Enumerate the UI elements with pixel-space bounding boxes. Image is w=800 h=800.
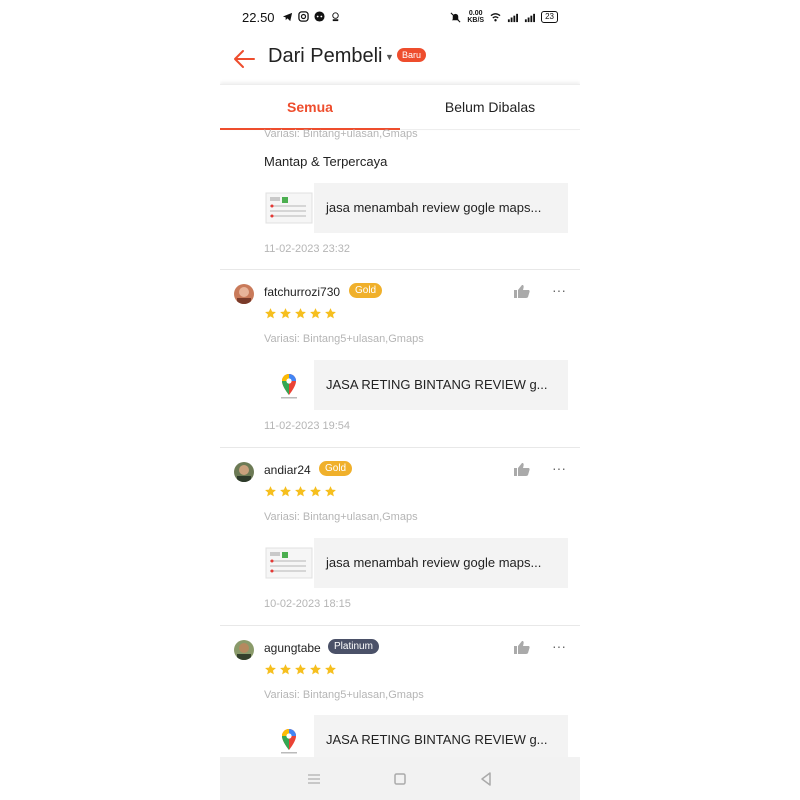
screenshot-thumbnail-icon bbox=[264, 183, 314, 233]
star-icon bbox=[325, 308, 336, 319]
screenshot-thumbnail-icon bbox=[264, 538, 314, 588]
star-icon bbox=[325, 486, 336, 497]
thumbs-up-icon[interactable] bbox=[514, 640, 530, 654]
telegram-icon bbox=[282, 12, 293, 22]
review-comment: Mantap & Terpercaya bbox=[264, 154, 388, 169]
star-icon bbox=[310, 664, 321, 675]
review-card: andiar24 Gold ··· Variasi: Bintang+ulasa… bbox=[220, 447, 580, 626]
notification-icons bbox=[282, 11, 341, 22]
review-date: 11-02-2023 19:54 bbox=[264, 420, 351, 432]
google-maps-icon bbox=[264, 360, 314, 410]
star-icon bbox=[280, 308, 291, 319]
username[interactable]: agungtabe bbox=[264, 641, 321, 655]
review-card: agungtabe Platinum ··· Variasi: Bintang5… bbox=[220, 625, 580, 757]
back-arrow-icon[interactable] bbox=[230, 44, 260, 74]
more-options-icon[interactable]: ··· bbox=[552, 283, 566, 297]
review-card: Variasi: Bintang+ulasan,Gmaps Mantap & T… bbox=[220, 129, 580, 270]
review-variation: Variasi: Bintang5+ulasan,Gmaps bbox=[264, 689, 424, 701]
system-icons: 0.00 KB/S 23 bbox=[450, 10, 558, 24]
review-variation: Variasi: Bintang+ulasan,Gmaps bbox=[264, 129, 418, 140]
phone-screen: 22.50 0.00 KB/S 23 Dari Pembeli ▼ Baru S… bbox=[220, 0, 580, 800]
star-rating bbox=[264, 307, 337, 320]
star-icon bbox=[280, 664, 291, 675]
review-variation: Variasi: Bintang+ulasan,Gmaps bbox=[264, 511, 418, 523]
status-time: 22.50 bbox=[242, 10, 275, 25]
tab-bar: Semua Belum Dibalas bbox=[220, 84, 580, 130]
mute-bell-icon bbox=[450, 12, 461, 22]
star-icon bbox=[280, 486, 291, 497]
tier-badge: Gold bbox=[319, 461, 353, 476]
star-icon bbox=[325, 664, 336, 675]
more-options-icon[interactable]: ··· bbox=[552, 639, 566, 653]
star-icon bbox=[295, 664, 306, 675]
star-icon bbox=[310, 486, 321, 497]
avatar[interactable] bbox=[234, 640, 254, 660]
product-card[interactable]: JASA RETING BINTANG REVIEW g... bbox=[264, 715, 568, 757]
chat-app-icon bbox=[314, 11, 325, 22]
signal-icon-2 bbox=[525, 13, 536, 22]
review-list: Variasi: Bintang+ulasan,Gmaps Mantap & T… bbox=[220, 129, 580, 757]
network-speed-value: 0.00 bbox=[468, 10, 483, 17]
status-bar: 22.50 0.00 KB/S 23 bbox=[220, 0, 580, 36]
network-speed: 0.00 KB/S bbox=[467, 10, 484, 24]
wifi-icon bbox=[490, 12, 501, 21]
instagram-icon bbox=[298, 11, 309, 22]
review-variation: Variasi: Bintang5+ulasan,Gmaps bbox=[264, 333, 424, 345]
back-triangle-icon[interactable] bbox=[476, 769, 496, 789]
review-date: 10-02-2023 18:15 bbox=[264, 598, 351, 610]
product-card[interactable]: JASA RETING BINTANG REVIEW g... bbox=[264, 360, 568, 410]
tier-badge: Gold bbox=[349, 283, 383, 298]
google-maps-icon bbox=[264, 715, 314, 757]
review-date: 11-02-2023 23:32 bbox=[264, 243, 351, 255]
thumbs-up-icon[interactable] bbox=[514, 284, 530, 298]
review-card: fatchurrozi730 Gold ··· Variasi: Bintang… bbox=[220, 269, 580, 448]
tier-badge: Platinum bbox=[328, 639, 379, 654]
star-icon bbox=[310, 308, 321, 319]
username[interactable]: fatchurrozi730 bbox=[264, 285, 340, 299]
network-speed-unit: KB/S bbox=[467, 17, 485, 24]
menu-icon[interactable] bbox=[304, 769, 324, 789]
thumbs-up-icon[interactable] bbox=[514, 462, 530, 476]
signal-icon-1 bbox=[508, 13, 519, 22]
star-rating bbox=[264, 663, 337, 676]
product-card[interactable]: jasa menambah review gogle maps... bbox=[264, 183, 568, 233]
product-name: jasa menambah review gogle maps... bbox=[314, 183, 568, 233]
tab-unreplied[interactable]: Belum Dibalas bbox=[400, 85, 580, 129]
home-icon[interactable] bbox=[390, 769, 410, 789]
star-icon bbox=[265, 486, 276, 497]
dropdown-caret-icon[interactable]: ▼ bbox=[385, 52, 394, 62]
more-options-icon[interactable]: ··· bbox=[552, 461, 566, 475]
product-name: JASA RETING BINTANG REVIEW g... bbox=[314, 715, 568, 757]
page-title[interactable]: Dari Pembeli bbox=[268, 45, 382, 68]
avatar[interactable] bbox=[234, 462, 254, 482]
tab-all[interactable]: Semua bbox=[220, 85, 400, 130]
username[interactable]: andiar24 bbox=[264, 463, 311, 477]
battery-level: 23 bbox=[541, 11, 558, 23]
product-name: jasa menambah review gogle maps... bbox=[314, 538, 568, 588]
app-header: Dari Pembeli ▼ Baru bbox=[220, 36, 580, 82]
product-card[interactable]: jasa menambah review gogle maps... bbox=[264, 538, 568, 588]
tv-app-icon bbox=[332, 12, 339, 22]
star-icon bbox=[295, 308, 306, 319]
avatar[interactable] bbox=[234, 284, 254, 304]
product-name: JASA RETING BINTANG REVIEW g... bbox=[314, 360, 568, 410]
new-badge: Baru bbox=[397, 48, 427, 62]
star-icon bbox=[295, 486, 306, 497]
star-rating bbox=[264, 485, 337, 498]
star-icon bbox=[265, 308, 276, 319]
system-nav-bar bbox=[220, 757, 580, 800]
star-icon bbox=[265, 664, 276, 675]
